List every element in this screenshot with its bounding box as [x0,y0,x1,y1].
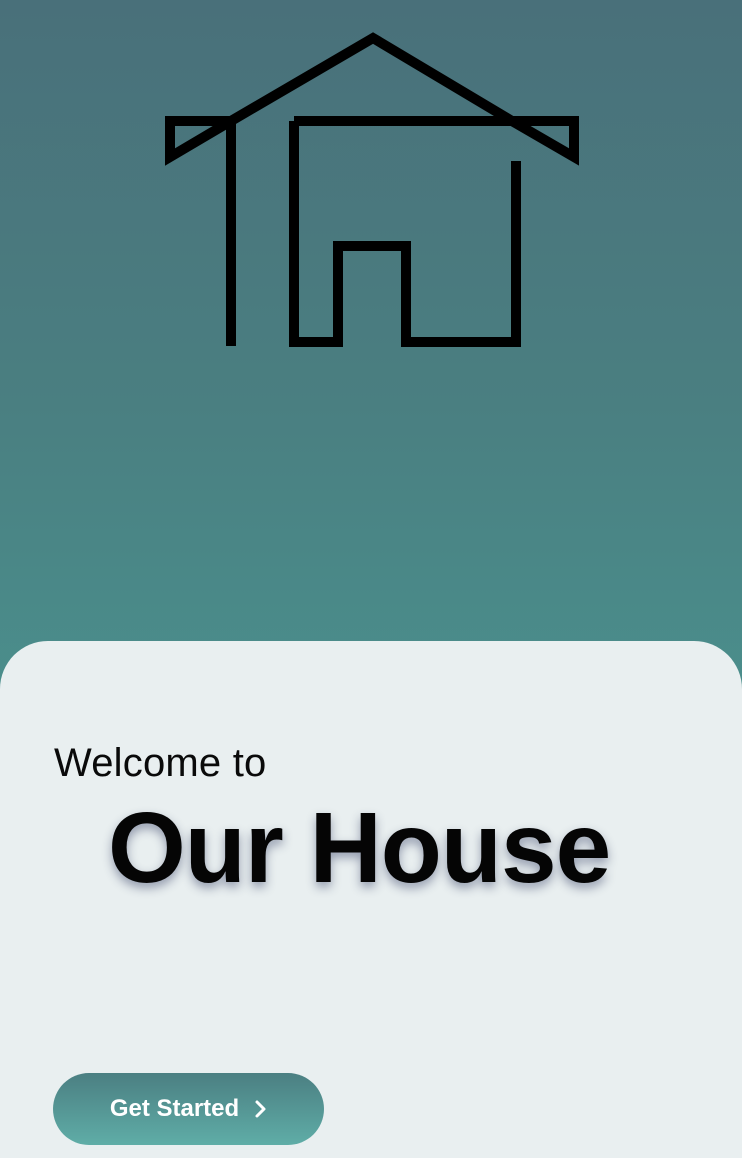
chevron-right-icon [253,1099,267,1119]
welcome-intro-text: Welcome to [54,741,267,785]
get-started-label: Get Started [109,1095,240,1122]
get-started-button[interactable]: Get Started [53,1073,324,1145]
welcome-screen: Welcome to Our House Get Started [0,0,742,1158]
welcome-card: Welcome to Our House Get Started [0,641,742,1158]
house-outline-icon [160,30,585,352]
app-title: Our House [108,792,611,904]
